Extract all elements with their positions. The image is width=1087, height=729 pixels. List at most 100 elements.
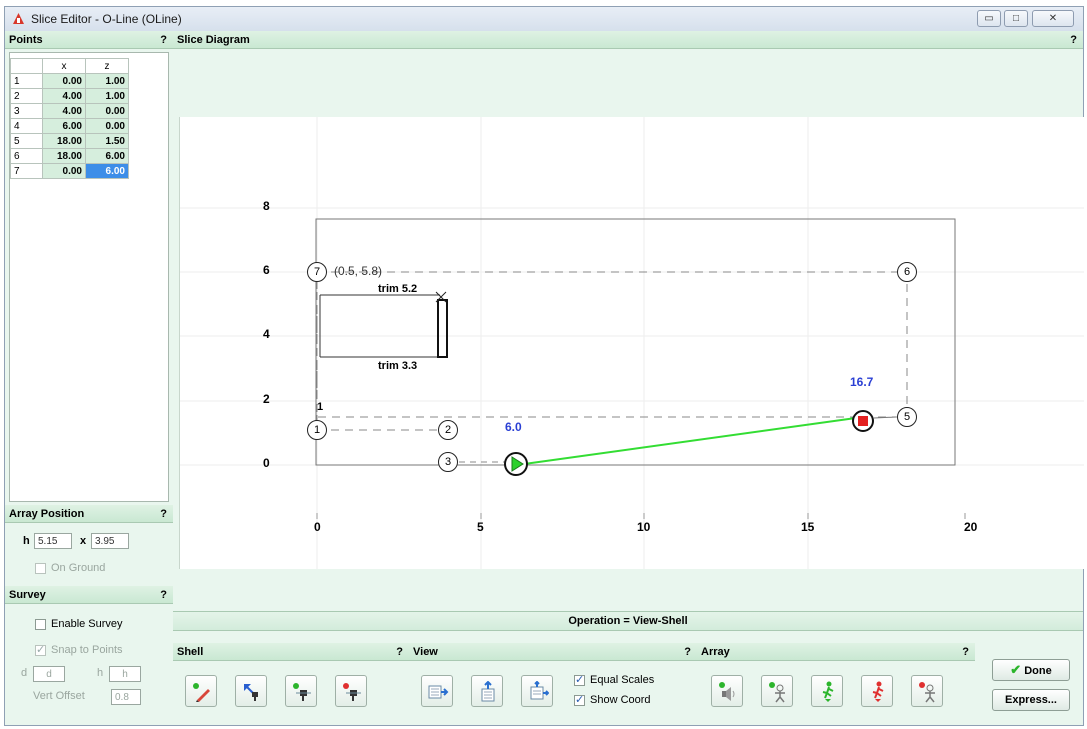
shell-header: Shell ?	[173, 643, 409, 661]
shell-help-icon[interactable]: ?	[396, 643, 403, 661]
coordinate-readout: (0.5, 5.8)	[334, 264, 383, 278]
array-title: Array	[701, 646, 730, 658]
view-header: View ?	[409, 643, 697, 661]
point-marker-7[interactable]: 7	[307, 262, 327, 282]
z-value-cell[interactable]: 1.00	[85, 73, 129, 89]
snap-to-points-checkbox[interactable]	[35, 643, 46, 656]
z-value-cell[interactable]: 6.00	[85, 163, 129, 179]
array-x-label: x	[80, 535, 87, 547]
array-element[interactable]	[437, 299, 448, 358]
survey-header: Survey ?	[5, 586, 173, 604]
array-position-help-icon[interactable]: ?	[160, 505, 167, 523]
points-table-row[interactable]: 6 18.00 6.00	[10, 148, 129, 164]
points-help-icon[interactable]: ?	[160, 31, 167, 49]
survey-h-input[interactable]: h	[109, 666, 141, 682]
maximize-button[interactable]: □	[1004, 10, 1028, 27]
window-title: Slice Editor - O-Line (OLine)	[31, 12, 182, 26]
done-label: Done	[1024, 665, 1052, 677]
x-value-cell[interactable]: 18.00	[42, 148, 86, 164]
point-marker-1[interactable]: 1	[307, 420, 327, 440]
remove-point-icon	[343, 683, 361, 701]
array-walk-forward-button[interactable]	[811, 675, 843, 707]
close-button[interactable]: ✕	[1032, 10, 1074, 27]
fit-height-icon	[481, 681, 495, 702]
row-number-cell[interactable]: 5	[10, 133, 43, 149]
y-tick-4: 4	[263, 327, 270, 341]
point-marker-5[interactable]: 5	[897, 407, 917, 427]
fit-all-icon	[530, 681, 549, 700]
start-point-marker[interactable]	[504, 452, 528, 476]
view-fit-width-button[interactable]	[421, 675, 453, 707]
points-table-row[interactable]: 4 6.00 0.00	[10, 118, 129, 134]
y-tick-6: 6	[263, 263, 270, 277]
pencil-icon	[193, 683, 210, 702]
survey-help-icon[interactable]: ?	[160, 586, 167, 604]
x-value-cell[interactable]: 0.00	[42, 73, 86, 89]
row-number-cell[interactable]: 3	[10, 103, 43, 119]
z-value-cell[interactable]: 6.00	[85, 148, 129, 164]
array-remove-listener-button[interactable]	[911, 675, 943, 707]
on-ground-checkbox[interactable]	[35, 563, 46, 574]
operation-bar: Operation = View-Shell	[173, 611, 1083, 631]
diagram-canvas[interactable]: 8 6 4 2 0 0 5 10 15 20 (0.5, 5.8) trim 5…	[179, 117, 1084, 569]
row-number-cell[interactable]: 1	[10, 73, 43, 89]
points-table-row[interactable]: 3 4.00 0.00	[10, 103, 129, 119]
points-table-header-row: x z	[10, 58, 129, 74]
remove-listener-icon	[919, 682, 935, 703]
points-panel-header: Points ?	[5, 31, 173, 49]
operation-label: Operation = View-Shell	[568, 615, 688, 627]
end-point-marker[interactable]	[852, 410, 874, 432]
points-table[interactable]: x z 1 0.00 1.00 2 4.00 1.00 3 4.00 0.00 4 6.00 0.00…	[10, 58, 129, 179]
survey-d-input[interactable]: d	[33, 666, 65, 682]
z-value-cell[interactable]: 1.50	[85, 133, 129, 149]
view-fit-height-button[interactable]	[471, 675, 503, 707]
shell-edit-button[interactable]	[185, 675, 217, 707]
x-value-cell[interactable]: 18.00	[42, 133, 86, 149]
shell-add-point-button[interactable]	[285, 675, 317, 707]
row-number-cell[interactable]: 6	[10, 148, 43, 164]
point-marker-2[interactable]: 2	[438, 420, 458, 440]
points-table-row[interactable]: 7 0.00 6.00	[10, 163, 129, 179]
points-table-row[interactable]: 5 18.00 1.50	[10, 133, 129, 149]
row-number-cell[interactable]: 2	[10, 88, 43, 104]
points-table-row[interactable]: 2 4.00 1.00	[10, 88, 129, 104]
snap-to-points-label: Snap to Points	[51, 644, 123, 656]
array-help-icon[interactable]: ?	[962, 643, 969, 661]
view-fit-all-button[interactable]	[521, 675, 553, 707]
row-number-cell[interactable]: 4	[10, 118, 43, 134]
row-number-cell[interactable]: 7	[10, 163, 43, 179]
z-value-cell[interactable]: 0.00	[85, 118, 129, 134]
show-coord-checkbox[interactable]	[574, 693, 585, 706]
y-tick-0: 0	[263, 456, 270, 470]
x-value-cell[interactable]: 6.00	[42, 118, 86, 134]
points-table-row[interactable]: 1 0.00 1.00	[10, 73, 129, 89]
minimize-button[interactable]: ▭	[977, 10, 1001, 27]
vert-offset-label: Vert Offset	[33, 690, 85, 702]
x-value-cell[interactable]: 0.00	[42, 163, 86, 179]
z-value-cell[interactable]: 0.00	[85, 103, 129, 119]
x-value-cell[interactable]: 4.00	[42, 103, 86, 119]
shell-move-button[interactable]	[235, 675, 267, 707]
slice-editor-window: Slice Editor - O-Line (OLine) ▭ □ ✕ Poin…	[4, 6, 1084, 726]
slice-diagram-header: Slice Diagram ?	[173, 31, 1083, 49]
array-add-listener-button[interactable]	[761, 675, 793, 707]
vert-offset-input[interactable]: 0.8	[111, 689, 141, 705]
array-add-speaker-button[interactable]	[711, 675, 743, 707]
express-button[interactable]: Express...	[992, 689, 1070, 711]
array-walk-back-button[interactable]	[861, 675, 893, 707]
view-title: View	[413, 646, 438, 658]
slice-diagram-title: Slice Diagram	[177, 34, 250, 46]
enable-survey-checkbox[interactable]	[35, 619, 46, 630]
point-marker-3[interactable]: 3	[438, 452, 458, 472]
slice-diagram-help-icon[interactable]: ?	[1070, 31, 1077, 49]
enable-survey-label: Enable Survey	[51, 618, 123, 630]
z-value-cell[interactable]: 1.00	[85, 88, 129, 104]
view-help-icon[interactable]: ?	[684, 643, 691, 661]
equal-scales-checkbox[interactable]	[574, 673, 585, 686]
shell-remove-point-button[interactable]	[335, 675, 367, 707]
x-value-cell[interactable]: 4.00	[42, 88, 86, 104]
array-x-input[interactable]: 3.95	[91, 533, 129, 549]
array-h-input[interactable]: 5.15	[34, 533, 72, 549]
point-marker-6[interactable]: 6	[897, 262, 917, 282]
done-button[interactable]: ✔ Done	[992, 659, 1070, 681]
